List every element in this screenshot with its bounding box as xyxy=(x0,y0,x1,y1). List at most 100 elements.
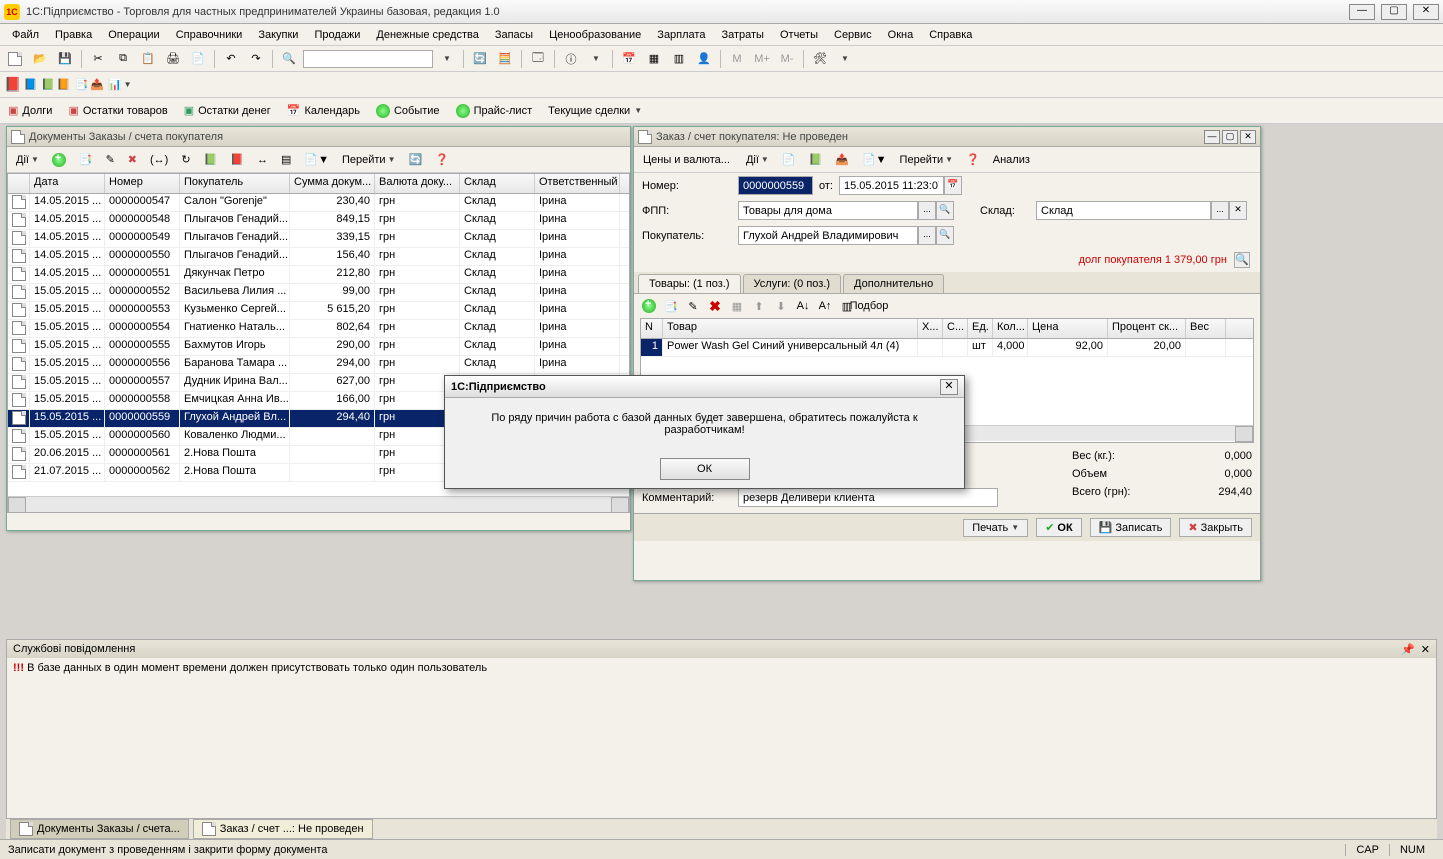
tab-services[interactable]: Услуги: (0 поз.) xyxy=(743,274,842,293)
print-icon[interactable]: 🖨 xyxy=(162,48,184,70)
menu-windows[interactable]: Окна xyxy=(882,27,920,43)
search-icon[interactable]: 🔍 xyxy=(278,48,300,70)
tab-additional[interactable]: Дополнительно xyxy=(843,274,944,293)
doc-batch-icon[interactable]: 📑 xyxy=(75,78,89,91)
order-max-button[interactable]: ▢ xyxy=(1222,130,1238,144)
task-doclist[interactable]: Документы Заказы / счета... xyxy=(10,819,189,839)
col-date[interactable]: Дата xyxy=(30,174,105,193)
icol-qty[interactable]: Кол... xyxy=(993,319,1028,338)
inp-comment[interactable] xyxy=(738,488,998,507)
order-close-button[interactable]: ✕ xyxy=(1240,130,1256,144)
col-buyer[interactable]: Покупатель xyxy=(180,174,290,193)
maximize-button[interactable]: ▢ xyxy=(1381,4,1407,20)
date-picker-icon[interactable]: 📅 xyxy=(944,176,962,195)
ord-save-icon[interactable]: 📄 xyxy=(777,150,801,170)
inp-buyer[interactable] xyxy=(738,226,918,245)
btn-ok[interactable]: ✔ОК xyxy=(1036,518,1082,537)
ord-help-icon[interactable]: ❓ xyxy=(961,150,985,170)
dl-refresh-icon[interactable]: ↻ xyxy=(176,150,195,170)
ord-send-icon[interactable]: 📤 xyxy=(830,150,854,170)
tab-goods[interactable]: Товары: (1 поз.) xyxy=(638,274,741,293)
ord-actions[interactable]: Дії▼ xyxy=(741,150,774,170)
ql-calendar[interactable]: 📅Календарь xyxy=(283,102,364,119)
journal-icon[interactable]: 📕 xyxy=(4,76,21,93)
icol-n[interactable]: N xyxy=(641,319,663,338)
menu-file[interactable]: Файл xyxy=(6,27,45,43)
table-row[interactable]: 14.05.2015 ...0000000548Плыгачов Генадий… xyxy=(8,212,629,230)
inp-number[interactable] xyxy=(738,176,813,195)
dl-period-icon[interactable]: ↔ xyxy=(252,150,273,170)
item-copy-icon[interactable]: 📑 xyxy=(662,297,680,315)
menu-stock[interactable]: Запасы xyxy=(489,27,539,43)
messages-pin-icon[interactable]: 📌 xyxy=(1401,643,1415,656)
btn-save[interactable]: 💾Записать xyxy=(1090,518,1172,537)
user-icon[interactable]: 👤 xyxy=(693,48,715,70)
info-icon[interactable]: ⓘ xyxy=(560,48,582,70)
debt-search-icon[interactable]: 🔍 xyxy=(1234,252,1250,268)
open-folder-icon[interactable]: 📂 xyxy=(29,48,51,70)
ord-post-icon[interactable]: 📗 xyxy=(804,150,828,170)
ql-event[interactable]: Событие xyxy=(372,102,444,120)
search-dropdown[interactable]: ▼ xyxy=(436,48,458,70)
minimize-button[interactable]: — xyxy=(1349,4,1375,20)
redo-icon[interactable]: ↷ xyxy=(245,48,267,70)
item-sort-za-icon[interactable]: A↑ xyxy=(816,297,834,315)
search-input[interactable] xyxy=(303,50,433,68)
btn-close[interactable]: ✖Закрыть xyxy=(1179,518,1252,537)
task-order[interactable]: Заказ / счет ...: Не проведен xyxy=(193,819,373,839)
dl-filter-icon[interactable]: (↔) xyxy=(145,150,173,170)
col-sum[interactable]: Сумма докум... xyxy=(290,174,375,193)
icol-discount[interactable]: Процент ск... xyxy=(1108,319,1186,338)
item-add-icon[interactable] xyxy=(640,297,658,315)
dl-delete-icon[interactable]: ✖ xyxy=(123,150,142,170)
m-btn[interactable]: M xyxy=(726,48,748,70)
item-podbor[interactable]: Подбор xyxy=(860,297,878,315)
info-dropdown[interactable]: ▼ xyxy=(585,48,607,70)
inp-fpp[interactable] xyxy=(738,201,918,220)
dialog-close-icon[interactable]: ✕ xyxy=(940,379,958,395)
table-row[interactable]: 14.05.2015 ...0000000550Плыгачов Генадий… xyxy=(8,248,629,266)
window-icon[interactable]: 🗔 xyxy=(527,48,549,70)
menu-service[interactable]: Сервис xyxy=(828,27,878,43)
menu-expenses[interactable]: Затраты xyxy=(715,27,770,43)
dl-sort-icon[interactable]: ▤ xyxy=(276,150,296,170)
blue-folder-icon[interactable]: 📘 xyxy=(23,78,37,91)
item-down-icon[interactable]: ⬇ xyxy=(772,297,790,315)
ord-prices[interactable]: Цены и валюта... xyxy=(638,150,735,170)
ql-deals[interactable]: Текущие сделки▼ xyxy=(544,103,646,119)
item-sort-az-icon[interactable]: A↓ xyxy=(794,297,812,315)
ord-goto[interactable]: Перейти▼ xyxy=(895,150,959,170)
grid-icon[interactable]: ▦ xyxy=(643,48,665,70)
dl-goto[interactable]: Перейти▼ xyxy=(337,150,401,170)
table-row[interactable]: 14.05.2015 ...0000000551Дякунчак Петро21… xyxy=(8,266,629,284)
btn-print[interactable]: Печать▼ xyxy=(963,519,1028,537)
clipboard-icon[interactable]: 📄 xyxy=(187,48,209,70)
dl-help-icon[interactable]: ❓ xyxy=(430,150,454,170)
menu-salary[interactable]: Зарплата xyxy=(651,27,711,43)
cut-icon[interactable]: ✂ xyxy=(87,48,109,70)
undo-icon[interactable]: ↶ xyxy=(220,48,242,70)
fpp-search-icon[interactable]: 🔍 xyxy=(936,201,954,220)
tools-dropdown[interactable]: ▼ xyxy=(834,48,856,70)
orange-folder-icon[interactable]: 📙 xyxy=(57,78,71,91)
col-responsible[interactable]: Ответственный xyxy=(535,174,620,193)
menu-purchases[interactable]: Закупки xyxy=(252,27,304,43)
ql-debts[interactable]: ▣Долги xyxy=(4,102,56,119)
dl-add-icon[interactable] xyxy=(47,150,71,170)
tools-icon[interactable]: 🛠 xyxy=(809,48,831,70)
dl-unpost-icon[interactable]: 📕 xyxy=(225,150,249,170)
menu-sales[interactable]: Продажи xyxy=(308,27,366,43)
icol-item[interactable]: Товар xyxy=(663,319,918,338)
table-row[interactable]: 15.05.2015 ...0000000555Бахмутов Игорь29… xyxy=(8,338,629,356)
table-row[interactable]: 15.05.2015 ...0000000556Баранова Тамара … xyxy=(8,356,629,374)
col-number[interactable]: Номер xyxy=(105,174,180,193)
table-row[interactable]: 15.05.2015 ...0000000553Кузьменко Сергей… xyxy=(8,302,629,320)
icol-unit[interactable]: Ед. xyxy=(968,319,993,338)
inp-date[interactable] xyxy=(839,176,944,195)
col-warehouse[interactable]: Склад xyxy=(460,174,535,193)
ql-money[interactable]: ▣Остатки денег xyxy=(180,102,275,119)
dl-post-icon[interactable]: 📗 xyxy=(199,150,223,170)
menu-edit[interactable]: Правка xyxy=(49,27,98,43)
new-doc-icon[interactable] xyxy=(4,48,26,70)
doclist-scrollbar-h[interactable] xyxy=(8,496,629,512)
